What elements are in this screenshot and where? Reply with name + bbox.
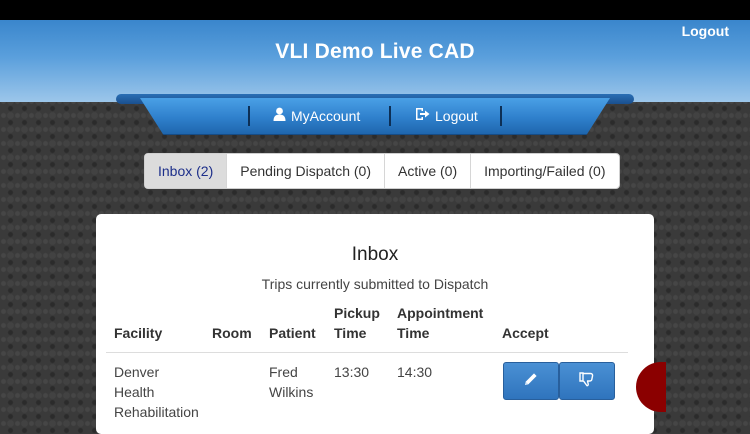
nav-separator (389, 106, 391, 126)
user-icon (273, 107, 286, 124)
cell-pickup-time: 13:30 (334, 364, 370, 380)
cell-facility: Denver Health Rehabilitation (114, 362, 199, 422)
tab-pending-dispatch[interactable]: Pending Dispatch (0) (227, 154, 385, 188)
facility-line: Health (114, 384, 155, 400)
col-header-pickup-line2: Time (334, 325, 367, 341)
my-account-link[interactable]: MyAccount (273, 107, 360, 124)
edit-trip-button[interactable] (503, 362, 559, 400)
nav-ribbon: MyAccount Logout (140, 98, 610, 135)
tab-inbox[interactable]: Inbox (2) (145, 154, 228, 188)
col-header-facility: Facility (114, 325, 163, 341)
inbox-panel: Inbox Trips currently submitted to Dispa… (96, 214, 654, 434)
app-title: VLI Demo Live CAD (275, 40, 475, 63)
col-header-pickup-line1: Pickup (334, 305, 380, 321)
reject-trip-button[interactable] (559, 362, 615, 400)
trip-tabs: Inbox (2) Pending Dispatch (0) Active (0… (144, 153, 620, 189)
thumbs-down-icon (578, 370, 596, 393)
col-header-accept: Accept (502, 325, 549, 341)
table-divider (106, 352, 628, 353)
nav-separator (248, 106, 250, 126)
logout-icon (415, 107, 430, 124)
nav-logout-label: Logout (435, 107, 478, 124)
patient-line: Fred (269, 364, 298, 380)
col-header-pickup-time: Pickup Time (334, 303, 380, 343)
tab-importing-failed[interactable]: Importing/Failed (0) (471, 154, 618, 188)
facility-line: Denver (114, 364, 160, 380)
nav-logout-link[interactable]: Logout (415, 107, 478, 124)
nav-separator (500, 106, 502, 126)
col-header-appointment-line1: Appointment (397, 305, 484, 321)
inbox-title: Inbox (351, 244, 399, 265)
app-header: VLI Demo Live CAD Logout (0, 20, 750, 102)
tab-active[interactable]: Active (0) (385, 154, 472, 188)
header-logout-link[interactable]: Logout (682, 23, 729, 39)
pencil-icon (523, 371, 539, 392)
patient-line: Wilkins (269, 384, 314, 400)
facility-line: Rehabilitation (114, 404, 199, 420)
inbox-subtitle: Trips currently submitted to Dispatch (261, 276, 489, 292)
status-bar (0, 0, 750, 20)
cell-appointment-time: 14:30 (397, 364, 433, 380)
col-header-patient: Patient (269, 325, 316, 341)
col-header-room: Room (212, 325, 252, 341)
my-account-label: MyAccount (291, 107, 361, 124)
col-header-appointment-time: Appointment Time (397, 303, 483, 343)
col-header-appointment-line2: Time (397, 325, 430, 341)
cell-patient: Fred Wilkins (269, 362, 313, 402)
